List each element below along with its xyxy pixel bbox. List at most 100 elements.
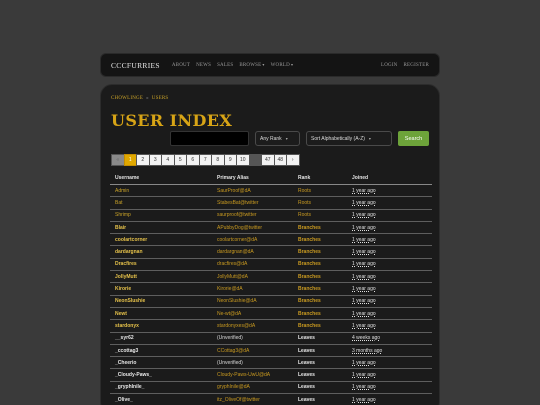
table-row: NeonSlushie NeonSlushie@dA Branches 1 ye… (110, 296, 432, 308)
username-link[interactable]: _ccottag3 (110, 348, 217, 354)
alias-link[interactable]: coolartcorner@dA (217, 237, 298, 243)
alias-link[interactable]: saurproof@twitter (217, 212, 298, 218)
alias-link[interactable]: APubbyDog@twitter (217, 225, 298, 231)
rank-link[interactable]: Leaves (298, 372, 352, 378)
rank-link[interactable]: Leaves (298, 335, 352, 341)
alias-link[interactable]: StabesBat@twitter (217, 200, 298, 206)
joined-date: 1 year ago (352, 224, 376, 231)
pagination: « 1 2 3 4 5 6 7 8 9 10 ... 47 48 › (111, 154, 300, 166)
alias-link[interactable]: JollyMutt@dA (217, 274, 298, 280)
table-row: _Cheerio (Unverified) Leaves 1 year ago (110, 357, 432, 370)
rank-link[interactable]: Branches (298, 274, 352, 280)
nav-news-link[interactable]: NEWS (196, 63, 211, 68)
search-form: Any Rank ▾ Sort Alphabetically (A-Z) ▾ S… (170, 131, 429, 146)
breadcrumb-item-users[interactable]: USERS (152, 96, 169, 101)
rank-link[interactable]: Branches (298, 323, 352, 329)
username-link[interactable]: _Olive_ (110, 397, 217, 403)
page-button[interactable]: 5 (173, 154, 187, 166)
joined-date: 1 year ago (352, 273, 376, 280)
username-link[interactable]: dardargnan (110, 249, 217, 255)
page-button[interactable]: 10 (236, 154, 250, 166)
prev-page-button[interactable]: « (111, 154, 125, 166)
username-link[interactable]: Shrimp (110, 212, 217, 218)
alias-link[interactable]: Kirorie@dA (217, 286, 298, 292)
joined-date: 1 year ago (352, 396, 376, 403)
alias-link[interactable]: Cloudy-Paws-UwU@dA (217, 372, 298, 378)
next-page-button[interactable]: › (286, 154, 300, 166)
joined-date: 1 year ago (352, 384, 376, 391)
search-button[interactable]: Search (398, 131, 429, 146)
page-button[interactable]: 6 (186, 154, 200, 166)
page-button[interactable]: 2 (136, 154, 150, 166)
joined-date: 1 year ago (352, 199, 376, 206)
page-button[interactable]: 8 (211, 154, 225, 166)
rank-link[interactable]: Roots (298, 212, 352, 218)
nav-about-link[interactable]: ABOUT (172, 63, 190, 68)
username-link[interactable]: NeonSlushie (110, 298, 217, 304)
rank-link[interactable]: Branches (298, 237, 352, 243)
joined-date: 1 year ago (352, 322, 376, 329)
alias-link[interactable]: dardargnan@dA (217, 249, 298, 255)
sort-select[interactable]: Sort Alphabetically (A-Z) ▾ (306, 131, 392, 146)
alias-link[interactable]: dracfires@dA (217, 261, 298, 267)
alias-link[interactable]: SaurProof@dA (217, 188, 298, 194)
search-input[interactable] (170, 131, 249, 146)
username-link[interactable]: Kirorie (110, 286, 217, 292)
rank-link[interactable]: Roots (298, 188, 352, 194)
username-link[interactable]: Blair (110, 225, 217, 231)
table-header-row: Username Primary Alias Rank Joined (110, 172, 432, 185)
username-link[interactable]: _Cheerio (110, 360, 217, 366)
username-link[interactable]: JollyMutt (110, 274, 217, 280)
rank-select[interactable]: Any Rank ▾ (255, 131, 300, 146)
table-row: Newt Ne-wt@dA Branches 1 year ago (110, 308, 432, 321)
page-button[interactable]: 7 (198, 154, 212, 166)
nav-sales-link[interactable]: SALES (217, 63, 233, 68)
register-link[interactable]: REGISTER (404, 63, 430, 68)
alias-link[interactable]: Ne-wt@dA (217, 311, 298, 317)
rank-link[interactable]: Branches (298, 225, 352, 231)
nav-world-dropdown[interactable]: WORLD▾ (271, 62, 294, 68)
rank-link[interactable]: Branches (298, 298, 352, 304)
breadcrumb-item-chowlinge[interactable]: CHOWLINGE (111, 96, 143, 101)
content-panel: CHOWLINGE» USERS USER INDEX Any Rank ▾ So… (100, 84, 440, 405)
rank-link[interactable]: Branches (298, 261, 352, 267)
alias-link[interactable]: itz_OliveOf@twitter (217, 397, 298, 403)
page-button[interactable]: 48 (273, 154, 287, 166)
alias-link[interactable]: NeonSlushie@dA (217, 298, 298, 304)
username-link[interactable]: stardonyx (110, 323, 217, 329)
rank-link[interactable]: Branches (298, 286, 352, 292)
chevron-down-icon: ▾ (290, 62, 294, 67)
chevron-down-icon: ▾ (285, 136, 288, 141)
site-brand[interactable]: CCCFURRIES (111, 61, 160, 70)
page-button[interactable]: 9 (223, 154, 237, 166)
username-link[interactable]: Admin (110, 188, 217, 194)
table-row: _Cloudy-Paws_ Cloudy-Paws-UwU@dA Leaves … (110, 369, 432, 382)
username-link[interactable]: coolartcorner (110, 237, 217, 243)
username-link[interactable]: __syr62 (110, 335, 217, 341)
nav-browse-dropdown[interactable]: BROWSE▾ (239, 62, 264, 68)
username-link[interactable]: Bat (110, 200, 217, 206)
rank-link[interactable]: Leaves (298, 384, 352, 390)
page-button[interactable]: 3 (148, 154, 162, 166)
username-link[interactable]: _Cloudy-Paws_ (110, 372, 217, 378)
table-row: dardargnan dardargnan@dA Branches 1 year… (110, 246, 432, 259)
breadcrumb: CHOWLINGE» USERS (111, 96, 168, 101)
username-link[interactable]: Dracfires (110, 261, 217, 267)
rank-link[interactable]: Roots (298, 200, 352, 206)
page-button[interactable]: 47 (261, 154, 275, 166)
alias-link[interactable]: gryphInile@dA (217, 384, 298, 390)
login-link[interactable]: LOGIN (381, 63, 398, 68)
table-row: stardonyx stardonyxes@dA Branches 1 year… (110, 320, 432, 333)
page-button[interactable]: 4 (161, 154, 175, 166)
rank-link[interactable]: Leaves (298, 360, 352, 366)
rank-link[interactable]: Branches (298, 311, 352, 317)
alias-link[interactable]: stardonyxes@dA (217, 323, 298, 329)
username-link[interactable]: _gryphInile_ (110, 384, 217, 390)
column-header-joined: Joined (352, 175, 369, 181)
username-link[interactable]: Newt (110, 311, 217, 317)
rank-link[interactable]: Leaves (298, 348, 352, 354)
rank-link[interactable]: Leaves (298, 397, 352, 403)
rank-link[interactable]: Branches (298, 249, 352, 255)
alias-link[interactable]: CCottag3@dA (217, 348, 298, 354)
page-button[interactable]: 1 (123, 154, 137, 166)
